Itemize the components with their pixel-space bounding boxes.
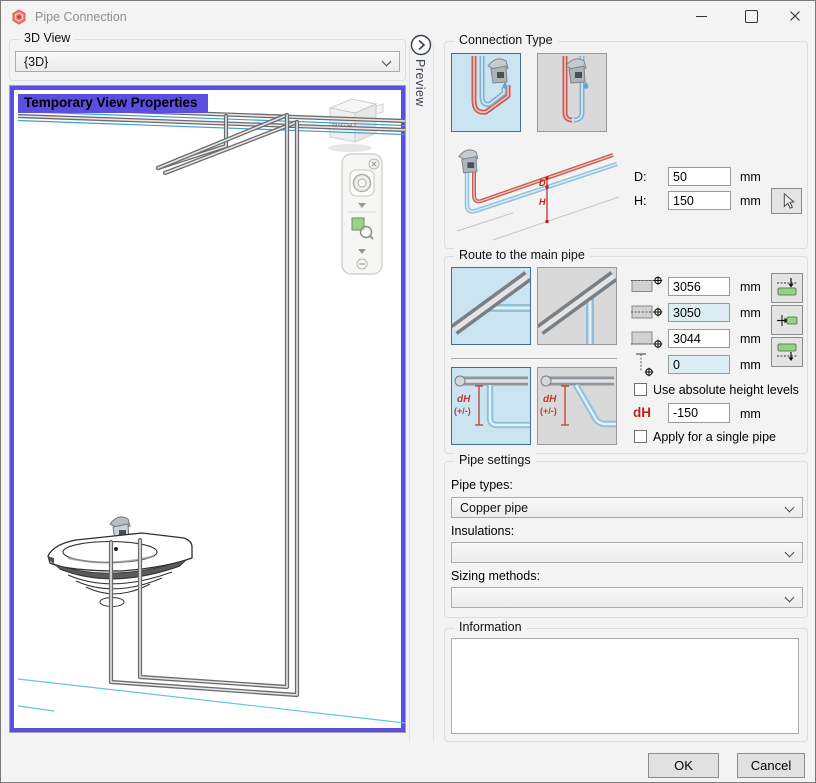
top-elevation-input[interactable] — [668, 277, 730, 296]
h-label: H: — [634, 194, 647, 208]
navigation-bar — [342, 154, 382, 274]
view-select[interactable]: {3D} — [15, 51, 400, 72]
dh-right-angle-thumbnail[interactable]: dH (+/-) — [451, 367, 531, 445]
use-absolute-height-label: Use absolute height levels — [653, 383, 799, 397]
bottom-elevation-input[interactable] — [668, 329, 730, 348]
dh-unit: mm — [740, 407, 761, 421]
pick-top-elevation-button[interactable] — [771, 273, 803, 303]
temporary-view-properties-badge: Temporary View Properties — [18, 94, 208, 113]
chevron-down-icon — [785, 593, 795, 603]
close-button[interactable] — [773, 1, 816, 31]
center-elevation-unit: mm — [740, 306, 761, 320]
use-absolute-height-checkbox[interactable] — [634, 383, 647, 396]
connection-type-straight-thumbnail[interactable] — [537, 53, 607, 132]
close-icon — [789, 10, 801, 22]
pick-center-elevation-button[interactable] — [771, 305, 803, 335]
steering-wheel-icon[interactable] — [350, 170, 374, 196]
viewport-3d[interactable]: RIGHT — [10, 86, 405, 732]
dh-caption: dH — [543, 394, 557, 405]
viewport-frame: RIGHT — [9, 85, 406, 733]
preview-tab-label[interactable]: Preview — [413, 59, 427, 107]
level-offset-input[interactable] — [668, 355, 730, 374]
chevron-down-icon — [785, 548, 795, 558]
cancel-button[interactable]: Cancel — [737, 753, 805, 778]
level-line — [18, 679, 405, 723]
pick-top-icon — [776, 277, 798, 299]
h-unit: mm — [740, 194, 761, 208]
route-title: Route to the main pipe — [454, 248, 590, 262]
top-elevation-unit: mm — [740, 280, 761, 294]
faucet-icon — [566, 59, 586, 83]
connection-type-title: Connection Type — [454, 33, 558, 47]
sizing-methods-label: Sizing methods: — [451, 569, 540, 583]
apply-single-pipe-label: Apply for a single pipe — [653, 430, 776, 444]
dh-caption-sign: (+/-) — [454, 406, 471, 416]
level-offset-unit: mm — [740, 358, 761, 372]
maximize-button[interactable] — [729, 1, 773, 31]
insulations-select[interactable] — [451, 542, 803, 563]
view-group-label: 3D View — [19, 31, 75, 45]
insulations-label: Insulations: — [451, 524, 514, 538]
pipe-center-align-icon — [631, 302, 665, 322]
pipe-types-select[interactable]: Copper pipe — [451, 497, 803, 518]
pipe-connection-dialog: Pipe Connection 3D View {3D} — [0, 0, 816, 783]
window-title: Pipe Connection — [35, 10, 127, 24]
route-horizontal-branch-thumbnail[interactable] — [451, 267, 531, 345]
minimize-button[interactable] — [679, 1, 723, 31]
d-input[interactable] — [668, 167, 731, 186]
information-title: Information — [454, 620, 527, 634]
thumbnail-separator — [451, 358, 617, 359]
chevron-down-icon — [785, 503, 795, 513]
pipe-types-value: Copper pipe — [460, 501, 528, 515]
chevron-down-icon — [382, 57, 392, 67]
pick-center-icon — [776, 309, 798, 331]
view-select-value: {3D} — [24, 55, 48, 69]
dh-caption-sign: (+/-) — [540, 406, 557, 416]
pipe-top-align-icon — [631, 276, 665, 296]
dimension-lines — [545, 176, 548, 223]
pick-point-button[interactable] — [771, 188, 802, 214]
faucet-icon — [459, 150, 478, 173]
riser-pipes — [111, 115, 297, 695]
dh-sloped-thumbnail[interactable]: dH (+/-) — [537, 367, 617, 445]
center-elevation-input[interactable] — [668, 303, 730, 322]
navbar-close-icon[interactable] — [369, 159, 379, 169]
minimize-icon — [696, 16, 707, 17]
dh-label: dH — [633, 405, 651, 420]
h-input[interactable] — [668, 191, 731, 210]
faucet-icon — [488, 59, 508, 83]
dh-dimension — [561, 386, 569, 425]
droplet-icon — [503, 82, 508, 89]
connection-type-loop-thumbnail[interactable] — [451, 53, 521, 132]
preview-panel-strip[interactable] — [409, 37, 434, 742]
sizing-methods-select[interactable] — [451, 587, 803, 608]
viewport-scene: RIGHT — [18, 94, 405, 732]
bottom-elevation-unit: mm — [740, 332, 761, 346]
d-unit: mm — [740, 170, 761, 184]
preview-expand-button[interactable] — [410, 34, 432, 56]
dh-diagram: D H — [453, 147, 619, 242]
dim-h-label: H — [539, 197, 546, 207]
ok-button[interactable]: OK — [648, 753, 719, 778]
maximize-icon — [745, 10, 758, 23]
pipe-types-label: Pipe types: — [451, 478, 513, 492]
pick-bottom-elevation-button[interactable] — [771, 337, 803, 367]
dh-input[interactable] — [668, 403, 730, 423]
pipe-bottom-align-icon — [631, 328, 665, 348]
sink — [48, 517, 192, 607]
information-textarea[interactable] — [451, 638, 799, 734]
dh-dimension — [475, 386, 483, 425]
pipe-settings-title: Pipe settings — [454, 453, 536, 467]
d-label: D: — [634, 170, 647, 184]
app-icon — [11, 9, 27, 25]
dh-caption: dH — [457, 394, 471, 405]
pick-bottom-icon — [776, 341, 798, 363]
cursor-icon — [778, 192, 796, 210]
route-vertical-branch-thumbnail[interactable] — [537, 267, 617, 345]
level-offset-icon — [634, 351, 656, 378]
apply-single-pipe-checkbox[interactable] — [634, 430, 647, 443]
dim-d-label: D — [539, 178, 546, 188]
